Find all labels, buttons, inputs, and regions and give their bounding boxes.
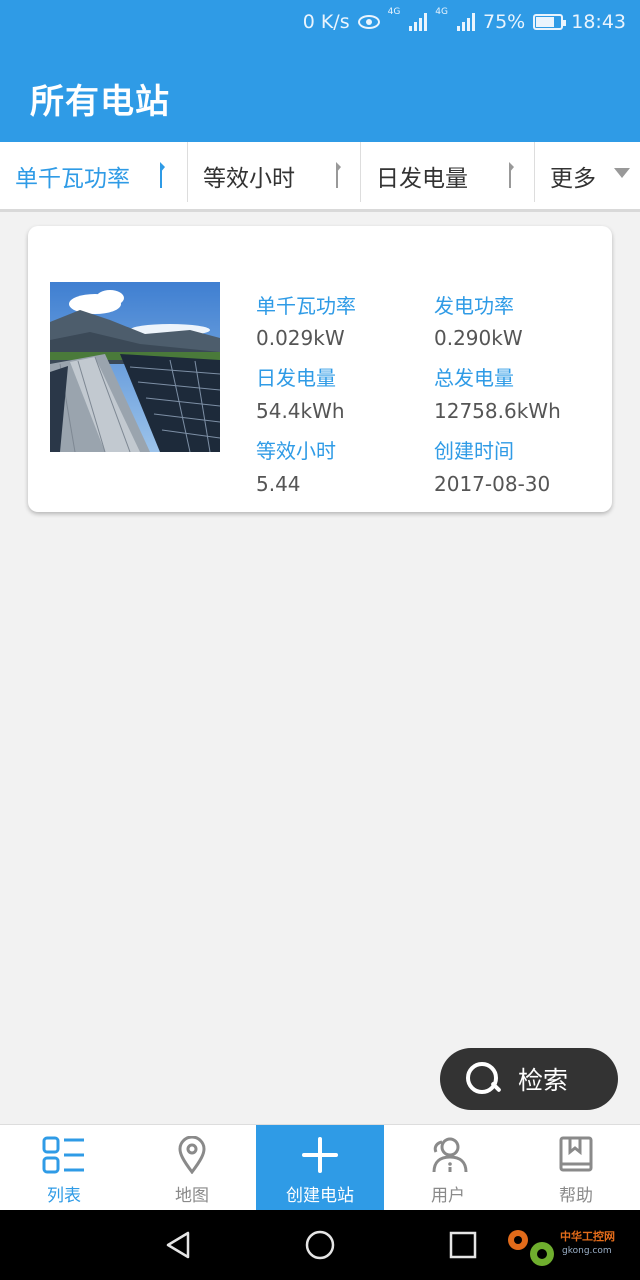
sort-single-kw-power[interactable]: 单千瓦功率 [0,142,188,209]
field-label: 等效小时 [256,439,336,463]
signal-icon [409,13,428,31]
more-label: 更多 [550,165,596,192]
back-icon[interactable] [164,1230,194,1264]
sort-arrow-icon [158,162,166,188]
nav-help[interactable]: 帮助 [512,1125,640,1210]
search-icon [466,1062,500,1096]
sort-label: 单千瓦功率 [15,165,130,192]
sort-arrow-icon [507,162,515,188]
nav-list[interactable]: 列表 [0,1125,128,1210]
page-title: 所有电站 [30,82,170,122]
watermark-text: 中华工控网 [560,1230,615,1243]
recents-icon[interactable] [448,1230,478,1264]
eye-icon [357,15,380,29]
net-type-1: 4G [387,7,401,17]
network-speed: 0 K/s [302,11,350,33]
sort-equivalent-hours[interactable]: 等效小时 [188,142,361,209]
sort-daily-generation[interactable]: 日发电量 [361,142,535,209]
sort-bar: 单千瓦功率 等效小时 日发电量 更多 [0,142,640,212]
sort-more-dropdown[interactable]: 更多 [535,142,640,209]
clock: 18:43 [571,11,626,33]
nav-label: 地图 [175,1186,209,1206]
home-icon[interactable] [304,1230,336,1266]
nav-label: 用户 [431,1186,465,1206]
plus-icon [298,1135,342,1175]
watermark-url: gkong.com [562,1246,612,1256]
field-value: 54.4kWh [256,399,345,423]
field-value: 12758.6kWh [434,399,561,423]
sort-label: 等效小时 [203,165,295,192]
user-icon [426,1135,470,1175]
nav-create-station[interactable]: 创建电站 [256,1125,384,1210]
nav-label: 帮助 [559,1186,593,1206]
nav-user[interactable]: 用户 [384,1125,512,1210]
nav-map[interactable]: 地图 [128,1125,256,1210]
net-type-2: 4G [435,7,448,17]
sort-label: 日发电量 [376,165,468,192]
field-label: 创建时间 [434,439,514,463]
field-value: 5.44 [256,472,301,496]
field-label: 总发电量 [434,366,514,390]
field-value: 2017-08-30 [434,472,551,496]
search-button[interactable]: 检索 [440,1048,618,1110]
station-photo [50,282,220,452]
field-label: 日发电量 [256,366,336,390]
battery-percent: 75% [483,11,526,33]
field-label: 单千瓦功率 [256,294,356,318]
watermark-logo: 中华工控网 gkong.com [500,1222,630,1272]
field-value: 0.029kW [256,326,345,350]
app-bar: 0 K/s 4G 4G 75% 18:43 所有电站 [0,0,640,142]
search-label: 检索 [518,1066,569,1095]
bottom-nav: 列表 地图 创建电站 用户 帮助 [0,1124,640,1210]
station-card[interactable]: 单千瓦功率 0.029kW 发电功率 0.290kW 日发电量 54.4kWh … [28,226,612,512]
nav-label: 创建电站 [286,1186,354,1206]
sort-arrow-icon [334,162,342,188]
dropdown-triangle-icon [614,168,630,178]
field-label: 发电功率 [434,294,514,318]
signal-icon [457,13,475,31]
list-icon [42,1135,86,1175]
battery-icon [533,14,567,30]
field-value: 0.290kW [434,326,523,350]
map-pin-icon [170,1135,214,1175]
book-icon [554,1135,598,1175]
status-bar: 0 K/s 4G 4G 75% 18:43 [303,8,626,36]
nav-label: 列表 [47,1186,81,1206]
